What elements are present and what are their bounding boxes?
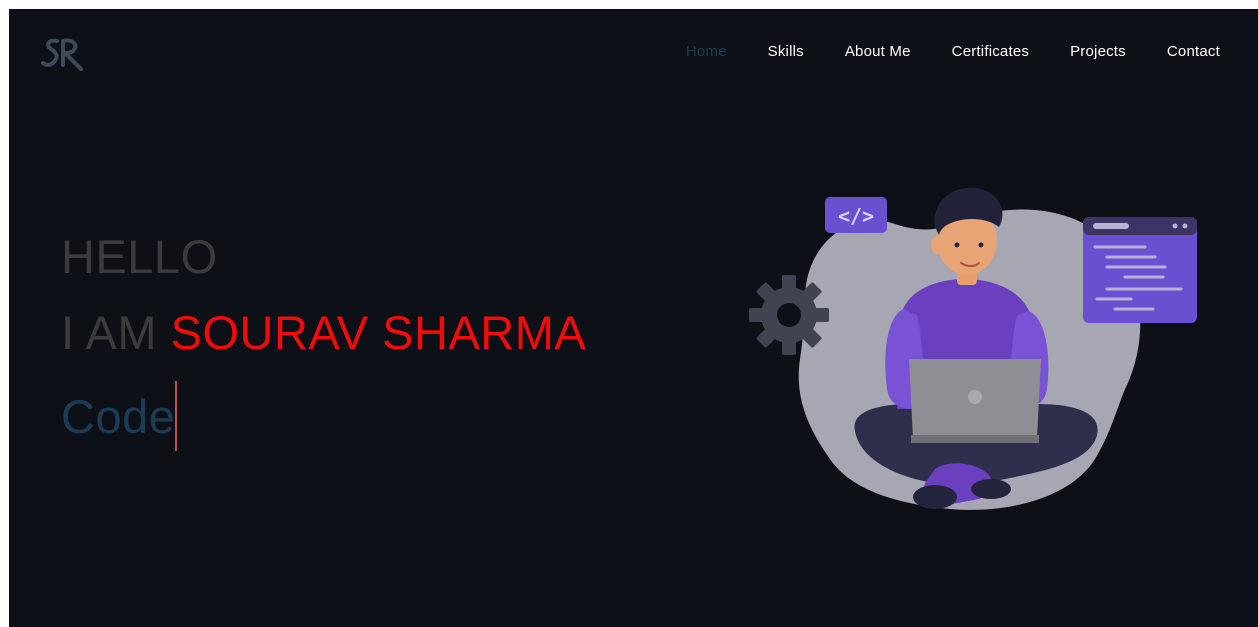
main-nav: Home Skills About Me Certificates Projec…	[645, 43, 1220, 60]
browser-window-icon	[1083, 217, 1197, 323]
site-logo[interactable]	[41, 35, 89, 75]
hero-intro-prefix: I AM	[61, 306, 171, 359]
nav-link-certificates[interactable]: Certificates	[952, 43, 1029, 60]
page-frame: Home Skills About Me Certificates Projec…	[9, 9, 1258, 627]
typing-cursor	[175, 381, 178, 451]
gear-icon	[749, 275, 829, 355]
nav-link-contact[interactable]: Contact	[1167, 43, 1220, 60]
hero-intro: I AM SOURAV SHARMA	[61, 309, 586, 356]
nav-link-home[interactable]: Home	[686, 43, 727, 60]
nav-link-skills[interactable]: Skills	[768, 43, 804, 60]
hero-greeting: HELLO	[61, 230, 218, 283]
nav-link-projects[interactable]: Projects	[1070, 43, 1126, 60]
typed-text: Code	[61, 389, 176, 443]
developer-illustration: </>	[749, 187, 1197, 510]
code-brackets-icon: </>	[825, 197, 887, 233]
nav-link-about-me[interactable]: About Me	[845, 43, 911, 60]
svg-text:</>: </>	[838, 204, 874, 228]
typed-line: Code	[61, 381, 178, 451]
hero-name: SOURAV SHARMA	[170, 306, 587, 359]
